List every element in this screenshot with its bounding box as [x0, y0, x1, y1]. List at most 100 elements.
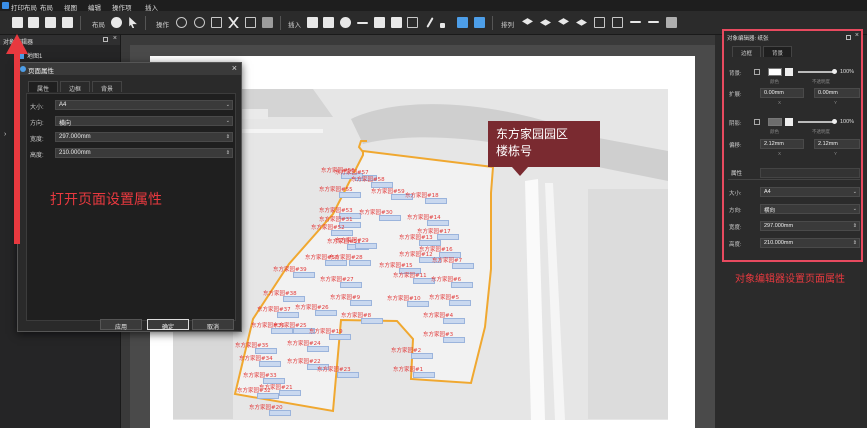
rp-offset-y[interactable]: 2.12mm [814, 139, 860, 149]
spin-arrows-icon[interactable]: ⇕ [853, 240, 857, 246]
panel-close-icon[interactable]: × [113, 35, 117, 42]
lower-icon[interactable] [576, 19, 587, 26]
redo-icon[interactable] [194, 17, 205, 28]
save-icon[interactable] [28, 17, 39, 28]
distribute-icon[interactable] [648, 21, 659, 23]
orientation-select[interactable]: 横向 ⌄ [55, 116, 233, 127]
spin-arrows-icon[interactable]: ⇕ [226, 150, 230, 156]
rp-tab-background[interactable]: 背景 [763, 46, 793, 57]
building-label: 东方家园#50 [305, 255, 339, 261]
rp-offset-row: 偏移: 2.12mm 2.12mm [728, 139, 860, 149]
rp-orientation-row: 方向: 横向 ⌄ [728, 204, 860, 214]
delete-icon[interactable] [262, 17, 273, 28]
building-label: 东方家园#4 [423, 313, 454, 319]
pan-hand-icon[interactable] [111, 17, 122, 28]
rp-shadow-opacity-knob[interactable] [832, 119, 837, 124]
rp-offset-x[interactable]: 2.12mm [760, 139, 804, 149]
rp-size-select[interactable]: A4 ⌄ [760, 187, 860, 197]
building-label: 东方家园#11 [393, 273, 427, 279]
paste-icon[interactable] [245, 17, 256, 28]
rp-expand-y[interactable]: 0.00mm [814, 88, 860, 98]
rp-shadow-checkbox[interactable] [754, 119, 760, 125]
building-label: 东方家园#2 [391, 348, 422, 354]
undo-icon[interactable] [176, 17, 187, 28]
insert-map-icon[interactable] [307, 17, 318, 28]
rp-float-icon[interactable] [846, 35, 851, 40]
insert-legend-icon[interactable] [474, 17, 485, 28]
building-label: 东方家园#10 [387, 296, 421, 302]
new-page-icon[interactable] [12, 17, 23, 28]
dialog-close-icon[interactable]: × [232, 63, 237, 73]
eyedropper-icon[interactable] [785, 68, 793, 76]
rp-y-sub-2: Y [834, 151, 838, 156]
group-icon[interactable] [594, 17, 605, 28]
cut-icon[interactable] [228, 17, 239, 28]
horizontal-ruler [130, 35, 715, 45]
copy-icon[interactable] [211, 17, 222, 28]
building-label: 东方家园#39 [273, 267, 307, 273]
rp-height-label: 高度: [729, 242, 742, 248]
annotation-arrow [6, 34, 28, 244]
size-select[interactable]: A4 ⌄ [55, 100, 233, 110]
tab-properties[interactable]: 属性 [28, 81, 59, 93]
height-spinbox[interactable]: 210.000mm ⇕ [55, 148, 233, 158]
select-arrow-icon[interactable] [129, 17, 137, 28]
raise-icon[interactable] [558, 18, 569, 25]
building-label: 东方家园#27 [320, 277, 354, 283]
tab-background[interactable]: 背景 [92, 81, 123, 93]
building-label: 东方家园#58 [351, 177, 385, 183]
rp-tab-border[interactable]: 边框 [732, 46, 762, 57]
insert-table-icon[interactable] [374, 17, 385, 28]
rp-bg-opacity-slider[interactable] [798, 71, 834, 73]
rp-shadow-label: 阴影: [729, 121, 742, 127]
lock-icon[interactable] [666, 17, 677, 28]
page-setup-icon[interactable] [45, 17, 56, 28]
building-label: 东方家园#16 [419, 247, 453, 253]
ok-button[interactable]: 确定 [147, 319, 189, 331]
dialog-titlebar: 页面属性 × [18, 63, 241, 75]
cancel-button[interactable]: 取消 [192, 319, 234, 331]
insert-image-icon[interactable] [323, 17, 334, 28]
building-label: 东方家园#52 [311, 225, 345, 231]
rp-close-icon[interactable]: × [855, 32, 859, 39]
insert-polyline-icon[interactable] [426, 17, 434, 28]
rp-size-row: 大小: A4 ⌄ [728, 187, 860, 197]
rp-expand-x[interactable]: 0.00mm [760, 88, 804, 98]
panel-float-icon[interactable] [103, 37, 108, 42]
insert-node-icon[interactable] [440, 23, 445, 28]
send-back-icon[interactable] [540, 19, 551, 26]
chevron-down-icon: ⌄ [852, 189, 857, 195]
insert-text-icon[interactable] [457, 17, 468, 28]
rp-bg-color-swatch[interactable] [768, 68, 782, 76]
rp-shadow-opacity-slider[interactable] [798, 121, 834, 123]
rp-orientation-select[interactable]: 横向 ⌄ [760, 204, 860, 214]
rp-shadow-color-swatch[interactable] [768, 118, 782, 126]
insert-line-icon[interactable] [357, 22, 368, 24]
callout-line2: 楼栋号 [496, 144, 533, 158]
spin-arrows-icon[interactable]: ⇕ [226, 134, 230, 140]
size-row: 大小: A4 ⌄ [27, 100, 237, 111]
bring-front-icon[interactable] [522, 18, 533, 25]
map-callout[interactable]: 东方家园园区 楼栋号 [488, 121, 600, 167]
rp-opacity-sub-2: 不透明度 [812, 129, 830, 134]
insert-rect-icon[interactable] [407, 17, 418, 28]
insert-ellipse-icon[interactable] [340, 17, 351, 28]
tab-border[interactable]: 边框 [60, 81, 91, 93]
ungroup-icon[interactable] [612, 17, 623, 28]
eyedropper-icon[interactable] [785, 118, 793, 126]
size-label: 大小: [30, 105, 44, 111]
rp-height-spinbox[interactable]: 210.000mm ⇕ [760, 238, 860, 248]
print-icon[interactable] [62, 17, 73, 28]
rp-bg-checkbox[interactable] [754, 69, 760, 75]
spin-arrows-icon[interactable]: ⇕ [853, 223, 857, 229]
rp-bg-opacity-knob[interactable] [832, 69, 837, 74]
rp-expand-label: 扩展: [729, 92, 742, 98]
apply-button[interactable]: 应用 [100, 319, 142, 331]
rp-width-spinbox[interactable]: 297.000mm ⇕ [760, 221, 860, 231]
callout-pointer [512, 167, 528, 176]
width-spinbox[interactable]: 297.000mm ⇕ [55, 132, 233, 142]
building-label: 东方家园#33 [243, 373, 277, 379]
align-icon[interactable] [630, 21, 641, 23]
insert-grid-icon[interactable] [391, 17, 402, 28]
building-label: 东方家园#35 [235, 343, 269, 349]
